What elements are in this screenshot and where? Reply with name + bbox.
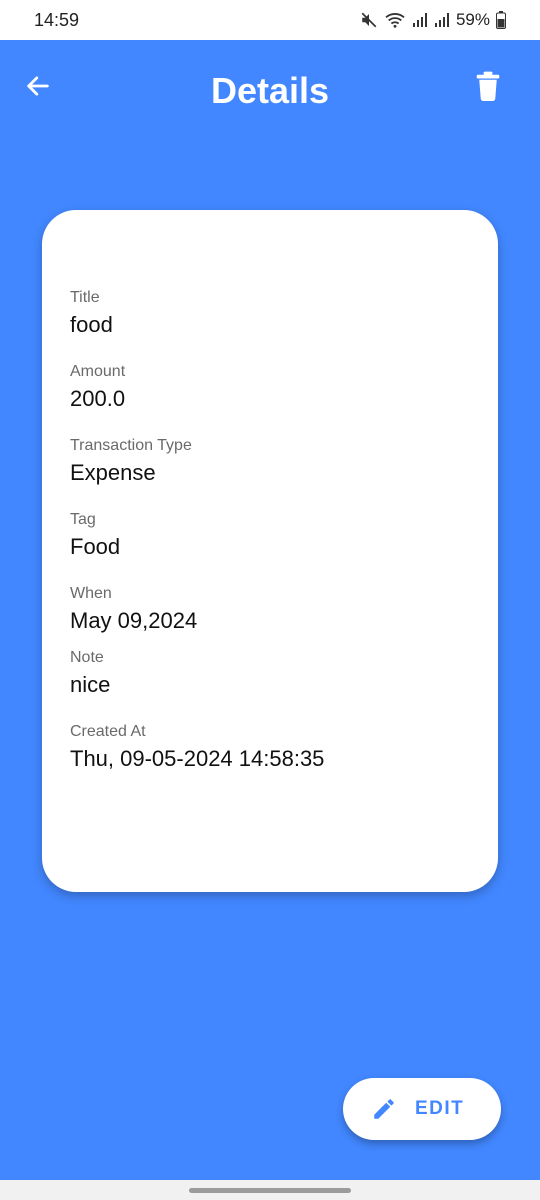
- field-value: Thu, 09-05-2024 14:58:35: [70, 746, 325, 771]
- home-gesture-handle[interactable]: [189, 1188, 351, 1193]
- page-title: Details: [210, 70, 330, 111]
- field-transaction-type: Transaction Type Expense: [70, 436, 470, 488]
- field-when: When May 09,2024: [70, 584, 470, 636]
- field-tag: Tag Food: [70, 510, 470, 562]
- field-value: nice: [70, 672, 111, 697]
- status-icons: 59%: [360, 10, 506, 30]
- field-value: 200.0: [70, 386, 126, 411]
- mute-icon: [361, 12, 377, 28]
- pencil-icon: [374, 1099, 394, 1119]
- field-label: When: [70, 585, 112, 602]
- field-value: May 09,2024: [70, 608, 198, 633]
- details-card: Title food Amount 200.0 Transaction Type…: [42, 210, 498, 892]
- signal-icon-1: [412, 13, 427, 27]
- edit-button[interactable]: EDIT: [343, 1078, 501, 1140]
- field-value: Expense: [70, 460, 156, 485]
- battery-percent: 59%: [455, 10, 490, 29]
- field-value: food: [70, 312, 113, 337]
- field-label: Tag: [70, 511, 96, 528]
- signal-icon-2: [434, 13, 449, 27]
- trash-icon: [476, 71, 500, 101]
- field-label: Created At: [70, 723, 146, 740]
- app-bar: Details: [0, 40, 540, 148]
- field-label: Transaction Type: [70, 437, 192, 454]
- field-label: Amount: [70, 363, 126, 380]
- field-title: Title food: [70, 288, 470, 340]
- field-note: Note nice: [70, 648, 470, 700]
- wifi-icon: [385, 13, 405, 28]
- field-value: Food: [70, 534, 121, 559]
- field-created-at: Created At Thu, 09-05-2024 14:58:35: [70, 722, 470, 774]
- navigation-bar: [0, 1180, 540, 1200]
- edit-button-label: EDIT: [415, 1098, 465, 1119]
- battery-icon: [496, 11, 506, 29]
- field-label: Note: [70, 649, 104, 666]
- field-amount: Amount 200.0: [70, 362, 470, 414]
- delete-button[interactable]: [470, 68, 506, 104]
- field-label: Title: [70, 289, 100, 306]
- status-bar: 14:59 59%: [0, 0, 540, 40]
- status-time: 14:59: [34, 9, 80, 30]
